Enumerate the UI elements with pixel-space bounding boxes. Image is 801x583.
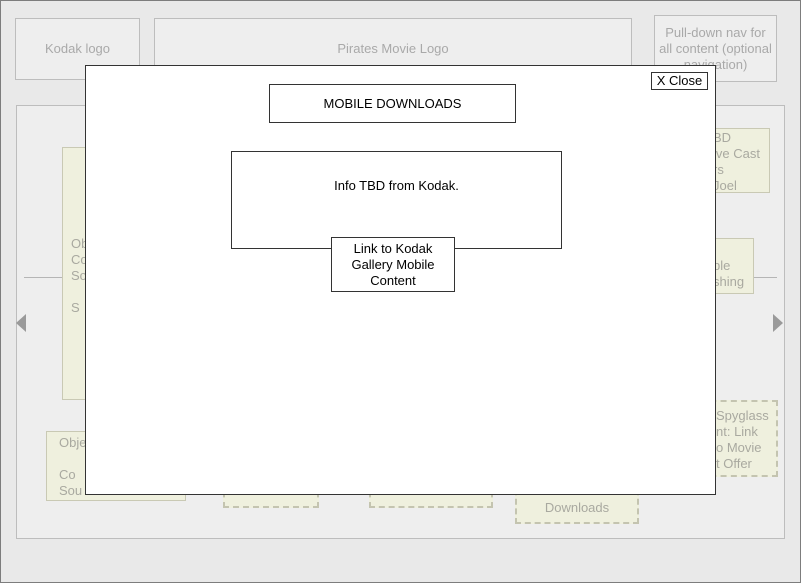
left-arrow-icon[interactable] (16, 314, 26, 332)
close-button[interactable]: X Close (651, 72, 708, 90)
modal-title: MOBILE DOWNLOADS (269, 84, 516, 123)
divider-left (24, 277, 64, 278)
right-arrow-icon[interactable] (773, 314, 783, 332)
kodak-gallery-link-button[interactable]: Link to Kodak Gallery Mobile Content (331, 237, 455, 292)
info-box: Info TBD from Kodak. (231, 151, 562, 249)
divider-right (750, 277, 777, 278)
